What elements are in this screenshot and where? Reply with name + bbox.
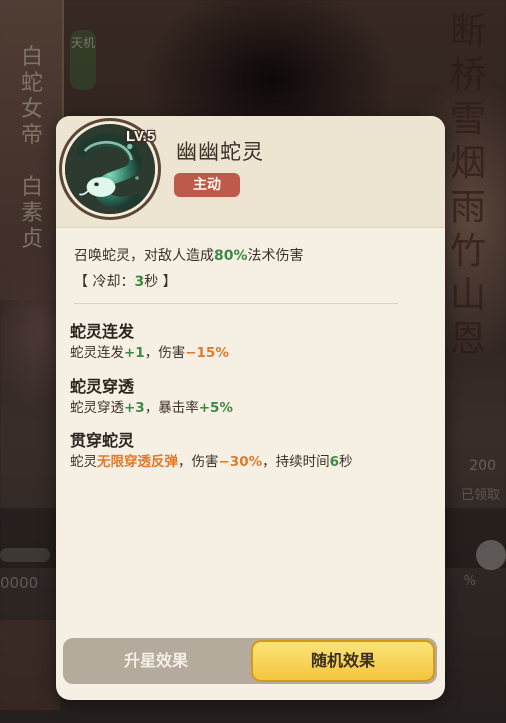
effect-desc-segment: 蛇灵连发 bbox=[70, 345, 124, 361]
effect-description: 蛇灵穿透+3，暴击率+5% bbox=[70, 398, 400, 419]
effect-desc-segment: ，伤害 bbox=[178, 454, 219, 470]
skill-level: LV.5 bbox=[126, 128, 156, 145]
effect-item: 贯穿蛇灵 蛇灵无限穿透反弹，伤害−30%，持续时间6秒 bbox=[70, 430, 400, 473]
cooldown-suffix: 秒 】 bbox=[144, 274, 177, 290]
effect-title: 蛇灵连发 bbox=[70, 322, 135, 341]
skill-description: 召唤蛇灵，对敌人造成80%法术伤害 bbox=[74, 245, 304, 267]
effect-desc-segment: 蛇灵 bbox=[70, 454, 97, 470]
effect-desc-segment: +3 bbox=[124, 400, 145, 416]
cooldown-prefix: 【 冷却： bbox=[74, 274, 135, 290]
effect-desc-segment: +5% bbox=[198, 400, 233, 416]
skill-header: LV.5 幽幽蛇灵 主动 bbox=[56, 116, 445, 228]
effect-desc-segment: 无限穿透反弹 bbox=[97, 454, 178, 470]
effect-desc-segment: +1 bbox=[124, 345, 145, 361]
effect-description: 蛇灵无限穿透反弹，伤害−30%，持续时间6秒 bbox=[70, 452, 400, 473]
effect-item: 蛇灵穿透 蛇灵穿透+3，暴击率+5% bbox=[70, 376, 400, 419]
effect-desc-segment: −30% bbox=[218, 454, 263, 470]
effect-item: 蛇灵连发 蛇灵连发+1，伤害−15% bbox=[70, 321, 400, 364]
skill-name: 幽幽蛇灵 bbox=[176, 140, 264, 164]
desc-damage-value: 80% bbox=[214, 248, 248, 264]
effect-title: 贯穿蛇灵 bbox=[70, 431, 135, 450]
skill-type-badge: 主动 bbox=[174, 173, 240, 197]
effect-desc-segment: 秒 bbox=[339, 454, 353, 470]
skill-cooldown: 【 冷却：3秒 】 bbox=[74, 271, 177, 293]
tab-star-upgrade[interactable]: 升星效果 bbox=[63, 638, 249, 684]
effect-desc-segment: 6 bbox=[329, 454, 340, 470]
effect-desc-segment: −15% bbox=[185, 345, 229, 361]
tab-random-effect[interactable]: 随机效果 bbox=[251, 640, 435, 682]
effect-desc-segment: ，持续时间 bbox=[262, 454, 330, 470]
section-divider bbox=[74, 303, 398, 304]
effect-description: 蛇灵连发+1，伤害−15% bbox=[70, 343, 400, 364]
cooldown-value: 3 bbox=[134, 274, 145, 290]
effect-tabs: 升星效果 随机效果 bbox=[63, 638, 437, 684]
effect-title: 蛇灵穿透 bbox=[70, 377, 135, 396]
skill-detail-popup: LV.5 幽幽蛇灵 主动 召唤蛇灵，对敌人造成80%法术伤害 【 冷却：3秒 】… bbox=[56, 116, 445, 700]
desc-prefix: 召唤蛇灵，对敌人造成 bbox=[74, 248, 214, 264]
effect-desc-segment: ，伤害 bbox=[144, 345, 186, 361]
desc-suffix: 法术伤害 bbox=[247, 248, 304, 264]
effect-desc-segment: 蛇灵穿透 bbox=[70, 400, 124, 416]
effect-desc-segment: ，暴击率 bbox=[144, 400, 199, 416]
